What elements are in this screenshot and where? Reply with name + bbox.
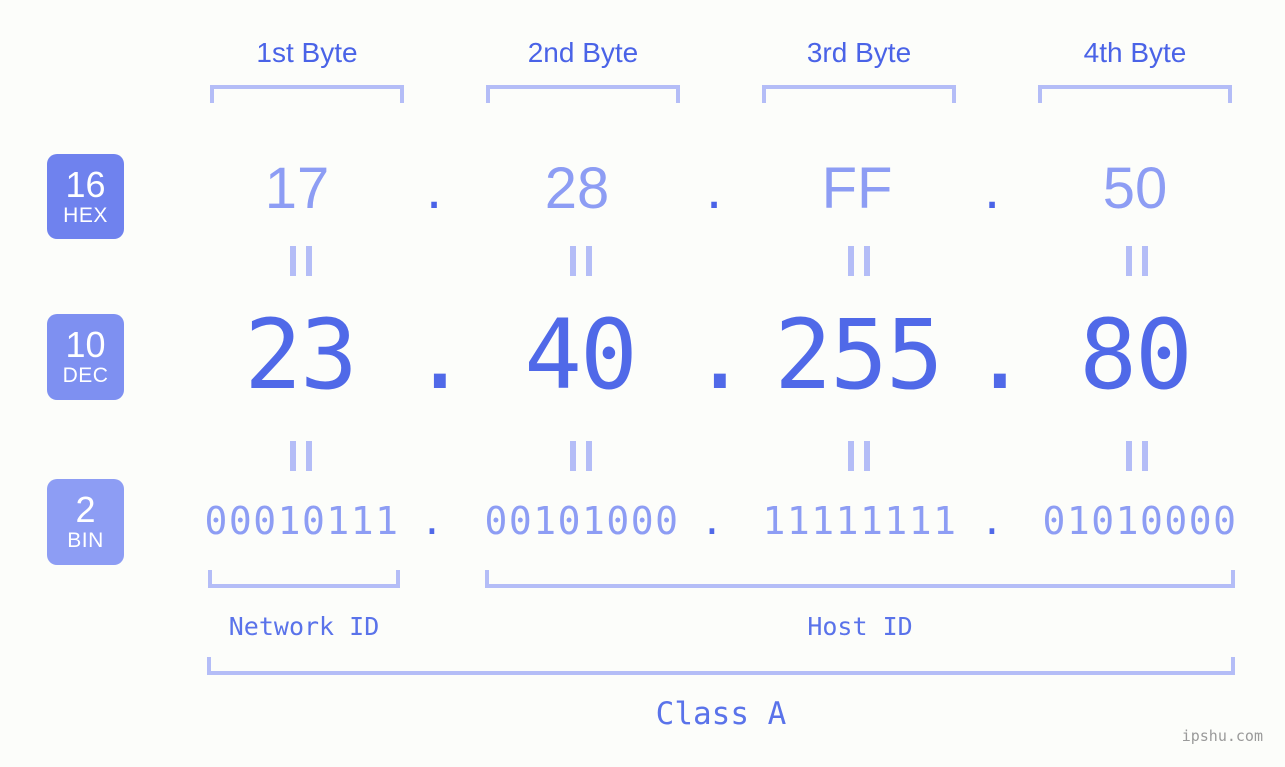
hex-separator-1: . (425, 156, 443, 221)
site-watermark: ipshu.com (1181, 727, 1263, 745)
dec-byte-1: 23 (244, 299, 358, 411)
radix-badge-dec-name: DEC (62, 364, 109, 387)
dec-byte-2: 40 (524, 299, 638, 411)
radix-badge-hex-number: 16 (65, 163, 106, 205)
hex-separator-3: . (983, 156, 1001, 221)
equals-dec-bin-3 (848, 441, 870, 471)
radix-badge-bin-name: BIN (67, 529, 104, 552)
host-id-label: Host ID (807, 612, 913, 641)
equals-hex-dec-2 (570, 246, 592, 276)
dec-separator-2: . (691, 299, 749, 411)
bin-separator-3: . (980, 499, 1004, 543)
radix-badge-bin-number: 2 (75, 489, 96, 530)
bin-byte-4: 01010000 (1042, 499, 1238, 543)
bin-separator-2: . (700, 499, 724, 543)
equals-hex-dec-3 (848, 246, 870, 276)
network-id-label: Network ID (228, 612, 380, 641)
byte-header-2: 2nd Byte (527, 37, 639, 68)
hex-byte-4: 50 (1102, 156, 1168, 221)
class-label: Class A (655, 696, 787, 732)
hex-byte-2: 28 (544, 156, 610, 221)
radix-badge-dec-number: 10 (65, 324, 106, 365)
hex-separator-2: . (705, 156, 723, 221)
hex-byte-3: FF (821, 156, 893, 221)
byte-header-1: 1st Byte (256, 37, 358, 68)
bin-byte-2: 00101000 (484, 499, 680, 543)
byte-bracket-1 (210, 85, 404, 103)
radix-badge-hex-name: HEX (63, 203, 108, 227)
network-id-bracket (208, 570, 400, 588)
equals-dec-bin-4 (1126, 441, 1148, 471)
byte-bracket-3 (762, 85, 956, 103)
byte-bracket-2 (486, 85, 680, 103)
dec-separator-1: . (411, 299, 469, 411)
byte-bracket-4 (1038, 85, 1232, 103)
radix-badge-hex: 16 HEX (47, 154, 124, 239)
equals-dec-bin-1 (290, 441, 312, 471)
bin-byte-1: 00010111 (204, 499, 400, 543)
byte-header-3: 3rd Byte (806, 37, 912, 68)
radix-badge-dec: 10 DEC (47, 314, 124, 400)
dec-byte-4: 80 (1079, 299, 1193, 411)
class-bracket (207, 657, 1235, 675)
equals-dec-bin-2 (570, 441, 592, 471)
hex-byte-1: 17 (264, 156, 330, 221)
host-id-bracket (485, 570, 1235, 588)
dec-byte-3: 255 (774, 299, 943, 411)
equals-hex-dec-1 (290, 246, 312, 276)
radix-badge-bin: 2 BIN (47, 479, 124, 565)
dec-separator-3: . (971, 299, 1029, 411)
diagram-canvas: 1st Byte 2nd Byte 3rd Byte 4th Byte 16 H… (0, 0, 1285, 767)
byte-header-4: 4th Byte (1083, 37, 1187, 68)
equals-hex-dec-4 (1126, 246, 1148, 276)
bin-separator-1: . (420, 499, 444, 543)
bin-byte-3: 11111111 (762, 499, 958, 543)
